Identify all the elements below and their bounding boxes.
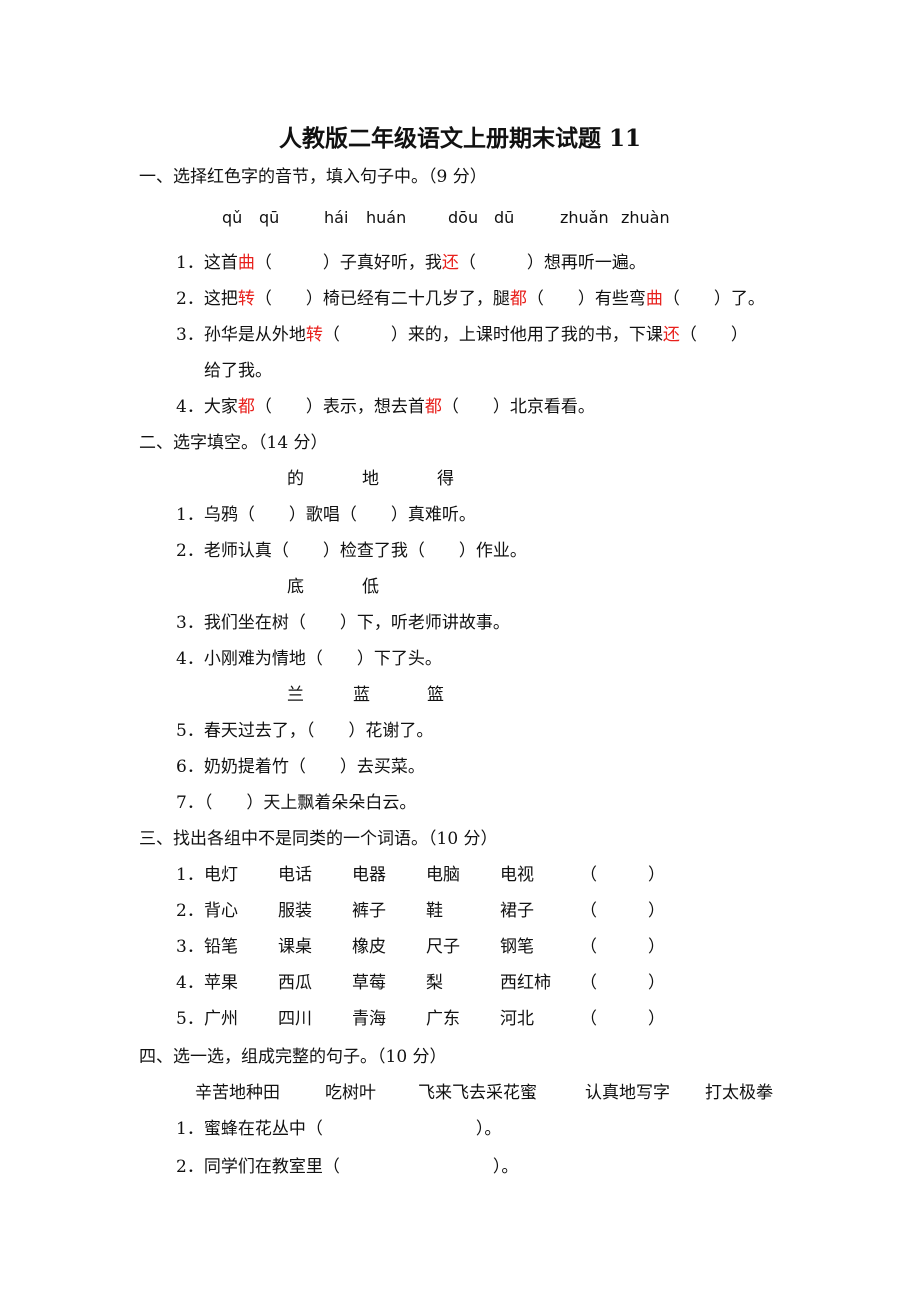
highlighted-char: 还 [662, 325, 680, 345]
question-item: 6．奶奶提着竹（ ）去买菜。 [176, 757, 425, 777]
question-item: 1．乌鸦（ ）歌唱（ ）真难听。 [176, 505, 476, 525]
choice-char: 低 [362, 577, 379, 597]
question-item: 7．（ ）天上飘着朵朵白云。 [176, 793, 417, 813]
choice-char: 篮 [427, 685, 444, 705]
sentence-text: 2．这把 [176, 289, 238, 309]
pinyin-option: dōu [448, 208, 479, 227]
word: 钢笔 [500, 937, 534, 957]
word: 草莓 [352, 973, 386, 993]
word: 尺子 [426, 937, 460, 957]
phrase-option: 飞来飞去采花蜜 [418, 1083, 537, 1103]
sentence-text: （ ）来的，上课时他用了我的书，下课 [322, 325, 663, 345]
choice-char: 蓝 [353, 685, 370, 705]
word: 电灯 [204, 865, 238, 885]
answer-blank: （ ） [580, 973, 665, 993]
phrase-option: 吃树叶 [325, 1083, 376, 1103]
word: 苹果 [204, 973, 238, 993]
word: 电脑 [426, 865, 460, 885]
highlighted-char: 都 [424, 397, 442, 417]
pinyin-option: qū [259, 208, 280, 227]
highlighted-char: 都 [237, 397, 255, 417]
highlighted-char: 转 [305, 325, 323, 345]
row-number: 3． [176, 937, 204, 957]
exam-page: 人教版二年级语文上册期末试题 11 一、选择红色字的音节，填入句子中。（9 分）… [0, 0, 920, 1302]
word: 课桌 [278, 937, 312, 957]
question-item: 3．孙华是从外地转（ ）来的，上课时他用了我的书，下课还（ ） [176, 324, 748, 346]
highlighted-char: 曲 [237, 253, 255, 273]
choice-char: 底 [287, 577, 304, 597]
pinyin-option: dū [494, 208, 515, 227]
word: 铅笔 [204, 937, 238, 957]
word: 服装 [278, 901, 312, 921]
sentence-text: 给了我。 [204, 361, 272, 381]
pinyin-option: hái [324, 208, 349, 227]
word: 广州 [204, 1009, 238, 1029]
choice-char: 的 [287, 469, 304, 489]
question-item: 1．蜜蜂在花丛中（ ）。 [176, 1119, 502, 1139]
question-item-continued: 给了我。 [204, 360, 272, 382]
sentence-text: （ ）北京看看。 [441, 397, 595, 417]
word: 河北 [500, 1009, 534, 1029]
sentence-text: （ ）椅已经有二十几岁了，腿 [254, 289, 510, 309]
sentence-text: （ ）表示，想去首 [254, 397, 425, 417]
row-number: 5． [176, 1009, 204, 1029]
question-item: 1．这首曲（ ）子真好听，我还（ ）想再听一遍。 [176, 252, 646, 274]
word: 裙子 [500, 901, 534, 921]
pinyin-option: huán [366, 208, 407, 227]
question-item: 2．这把转（ ）椅已经有二十几岁了，腿都（ ）有些弯曲（ ）了。 [176, 288, 765, 310]
choice-char: 地 [362, 469, 379, 489]
phrase-option: 打太极拳 [705, 1083, 773, 1103]
answer-blank: （ ） [580, 865, 665, 885]
question-item: 5．春天过去了，（ ）花谢了。 [176, 721, 434, 741]
sentence-text: 1．这首 [176, 253, 238, 273]
question-item: 4．大家都（ ）表示，想去首都（ ）北京看看。 [176, 396, 595, 418]
question-item: 2．同学们在教室里（ ）。 [176, 1157, 519, 1177]
answer-blank: （ ） [580, 1009, 665, 1029]
word: 梨 [426, 973, 443, 993]
question-item: 4．小刚难为情地（ ）下了头。 [176, 649, 442, 669]
pinyin-option: qǔ [222, 208, 243, 227]
highlighted-char: 都 [509, 289, 527, 309]
sentence-text: （ ） [679, 325, 748, 345]
sentence-text: （ ）子真好听，我 [254, 253, 442, 273]
word: 裤子 [352, 901, 386, 921]
word: 橡皮 [352, 937, 386, 957]
row-number: 2． [176, 901, 204, 921]
section2-heading: 二、选字填空。（14 分） [139, 433, 328, 453]
section3-heading: 三、找出各组中不是同类的一个词语。（10 分） [139, 829, 498, 849]
word: 西瓜 [278, 973, 312, 993]
word: 背心 [204, 901, 238, 921]
sentence-text: 3．孙华是从外地 [176, 325, 306, 345]
answer-blank: （ ） [580, 937, 665, 957]
section1-heading: 一、选择红色字的音节，填入句子中。（9 分） [139, 167, 487, 187]
section4-heading: 四、选一选，组成完整的句子。（10 分） [139, 1047, 447, 1067]
sentence-text: （ ）想再听一遍。 [458, 253, 646, 273]
pinyin-option: zhuàn [621, 208, 670, 227]
word: 电视 [500, 865, 534, 885]
row-number: 4． [176, 973, 204, 993]
sentence-text: （ ）有些弯 [526, 289, 646, 309]
phrase-option: 辛苦地种田 [195, 1083, 280, 1103]
choice-char: 兰 [287, 685, 304, 705]
word: 青海 [352, 1009, 386, 1029]
word: 广东 [426, 1009, 460, 1029]
row-number: 1． [176, 865, 204, 885]
pinyin-option: zhuǎn [560, 208, 609, 227]
word: 西红柿 [500, 973, 551, 993]
word: 电话 [278, 865, 312, 885]
page-title: 人教版二年级语文上册期末试题 11 [278, 125, 641, 152]
answer-blank: （ ） [580, 901, 665, 921]
question-item: 3．我们坐在树（ ）下，听老师讲故事。 [176, 613, 510, 633]
phrase-option: 认真地写字 [585, 1083, 670, 1103]
sentence-text: 4．大家 [176, 397, 238, 417]
word: 电器 [352, 865, 386, 885]
word: 四川 [278, 1009, 312, 1029]
highlighted-char: 转 [237, 289, 255, 309]
choice-char: 得 [437, 469, 454, 489]
highlighted-char: 曲 [645, 289, 663, 309]
sentence-text: （ ）了。 [662, 289, 765, 309]
highlighted-char: 还 [441, 253, 459, 273]
word: 鞋 [426, 901, 443, 921]
question-item: 2．老师认真（ ）检查了我（ ）作业。 [176, 541, 527, 561]
